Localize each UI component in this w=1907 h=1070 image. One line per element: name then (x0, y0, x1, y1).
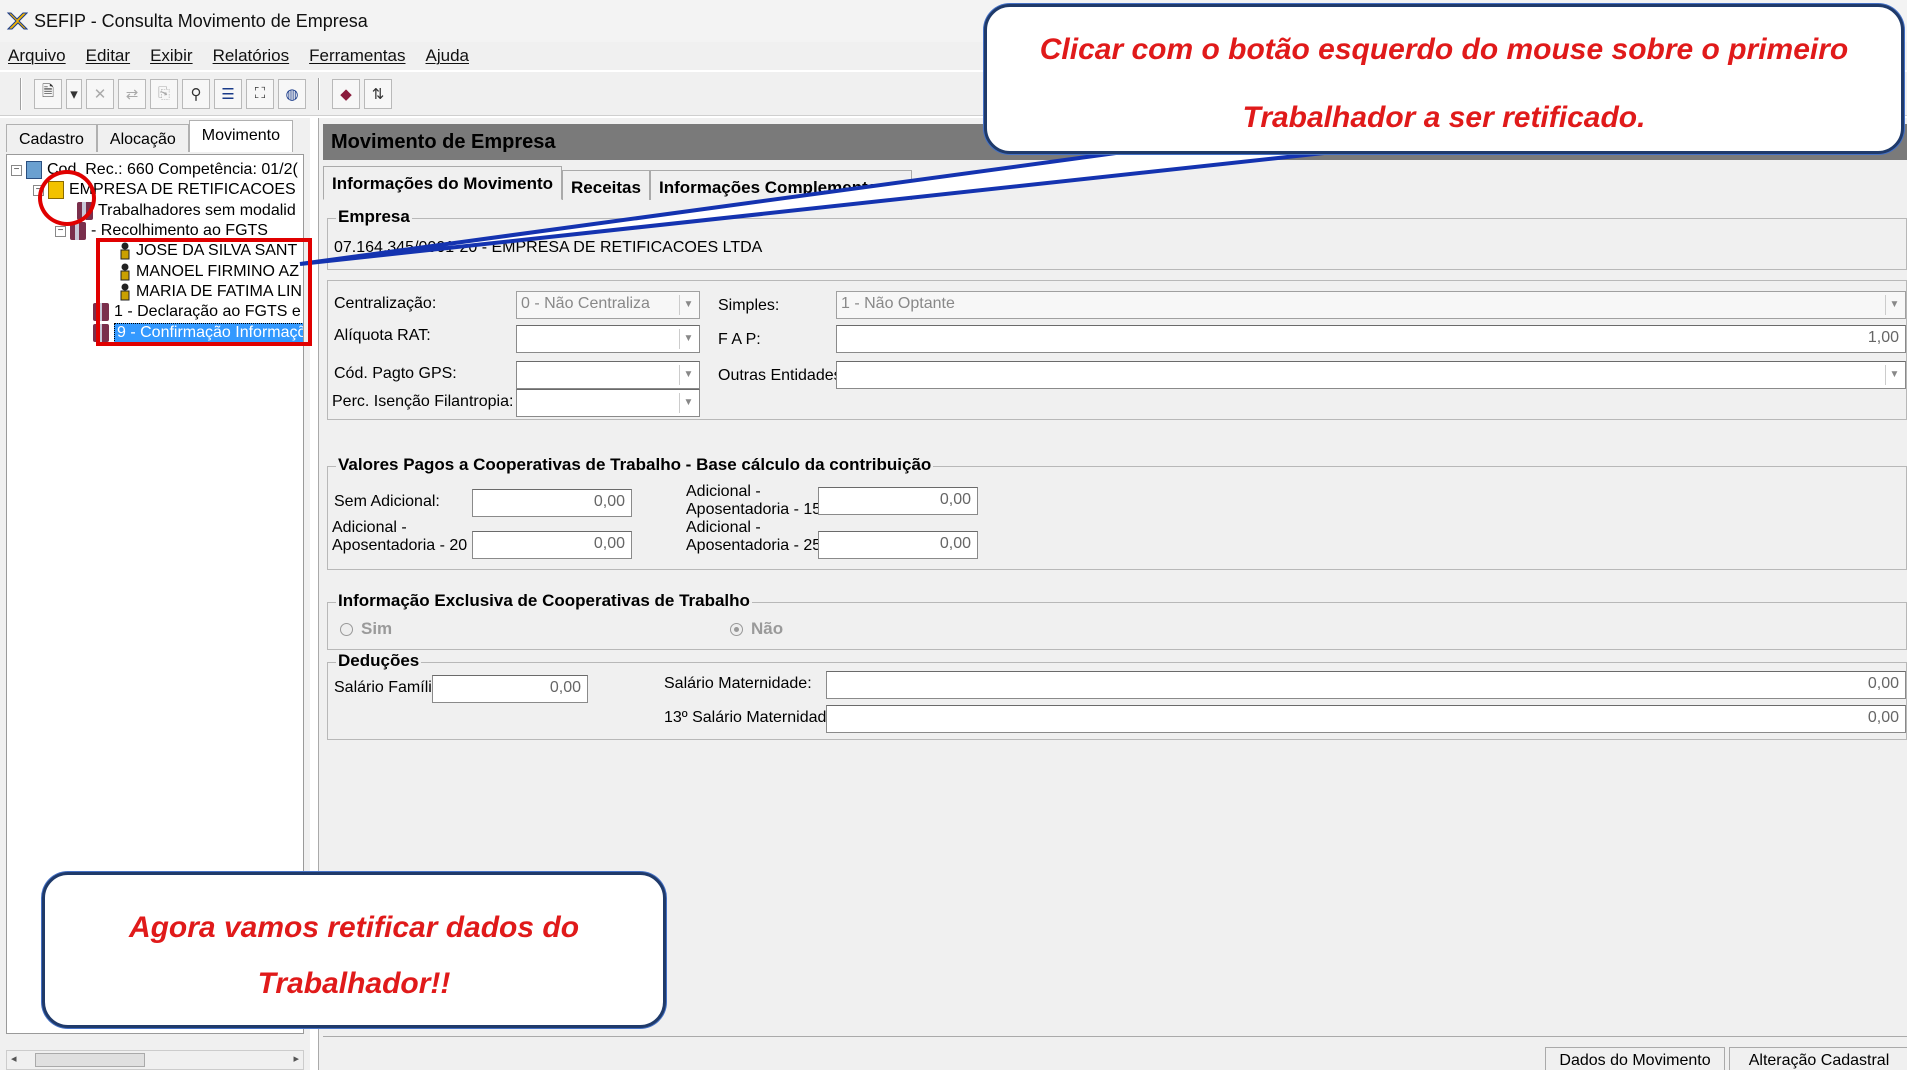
next-step-callout: Agora vamos retificar dados do Trabalhad… (42, 872, 666, 1028)
next-step-line-1: Agora vamos retificar dados do (128, 911, 580, 944)
next-step-line-2: Trabalhador!! (257, 967, 451, 1000)
expand-highlight-circle (38, 170, 96, 226)
instruction-line-2: Trabalhador a ser retificado. (1242, 101, 1646, 134)
workers-highlight-box (96, 238, 312, 346)
instruction-line-1: Clicar com o botão esquerdo do mouse sob… (1039, 33, 1849, 66)
instruction-callout: Clicar com o botão esquerdo do mouse sob… (984, 4, 1904, 154)
